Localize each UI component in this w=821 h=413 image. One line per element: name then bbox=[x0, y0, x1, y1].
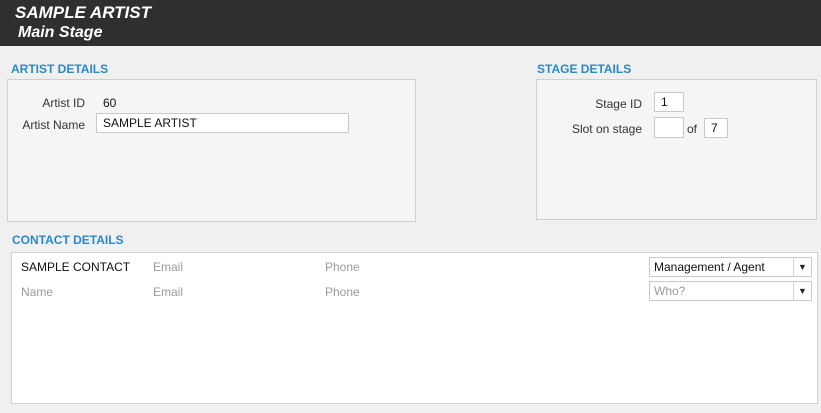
contact-name-field[interactable]: SAMPLE CONTACT bbox=[21, 260, 130, 274]
new-contact-email-field[interactable]: Email bbox=[153, 285, 183, 299]
contact-role-value: Management / Agent bbox=[654, 260, 765, 274]
new-contact-phone-field[interactable]: Phone bbox=[325, 285, 360, 299]
chevron-down-icon[interactable]: ▼ bbox=[793, 282, 811, 300]
artist-details-panel: Artist ID 60 Artist Name SAMPLE ARTIST bbox=[7, 79, 416, 222]
contact-details-title: CONTACT DETAILS bbox=[12, 233, 124, 247]
contact-email-field[interactable]: Email bbox=[153, 260, 183, 274]
chevron-down-icon[interactable]: ▼ bbox=[793, 258, 811, 276]
header-artist-name: SAMPLE ARTIST bbox=[15, 3, 152, 22]
new-contact-name-field[interactable]: Name bbox=[21, 285, 53, 299]
of-label: of bbox=[687, 122, 698, 136]
artist-name-label: Artist Name bbox=[22, 118, 85, 132]
artist-id-label: Artist ID bbox=[42, 96, 85, 110]
contact-details-panel: SAMPLE CONTACT Email Phone Management / … bbox=[11, 252, 818, 404]
stage-details-panel: Stage ID 1 Slot on stage of 7 bbox=[536, 79, 817, 220]
header-stage-name: Main Stage bbox=[18, 24, 103, 41]
artist-name-input[interactable]: SAMPLE ARTIST bbox=[96, 113, 349, 133]
stage-details-title: STAGE DETAILS bbox=[537, 62, 632, 76]
stage-id-input[interactable]: 1 bbox=[654, 92, 684, 112]
slot-on-stage-input[interactable] bbox=[654, 117, 684, 138]
page-header: SAMPLE ARTIST Main Stage bbox=[0, 0, 821, 46]
contact-phone-field[interactable]: Phone bbox=[325, 260, 360, 274]
new-contact-role-value: Who? bbox=[654, 284, 686, 298]
artist-id-value: 60 bbox=[103, 96, 117, 110]
slot-on-stage-label: Slot on stage bbox=[571, 122, 642, 136]
slot-total-input[interactable]: 7 bbox=[704, 118, 728, 138]
stage-id-label: Stage ID bbox=[595, 97, 642, 111]
artist-details-title: ARTIST DETAILS bbox=[11, 62, 109, 76]
contact-role-dropdown[interactable]: Management / Agent ▼ bbox=[649, 257, 812, 277]
new-contact-role-dropdown[interactable]: Who? ▼ bbox=[649, 281, 812, 301]
